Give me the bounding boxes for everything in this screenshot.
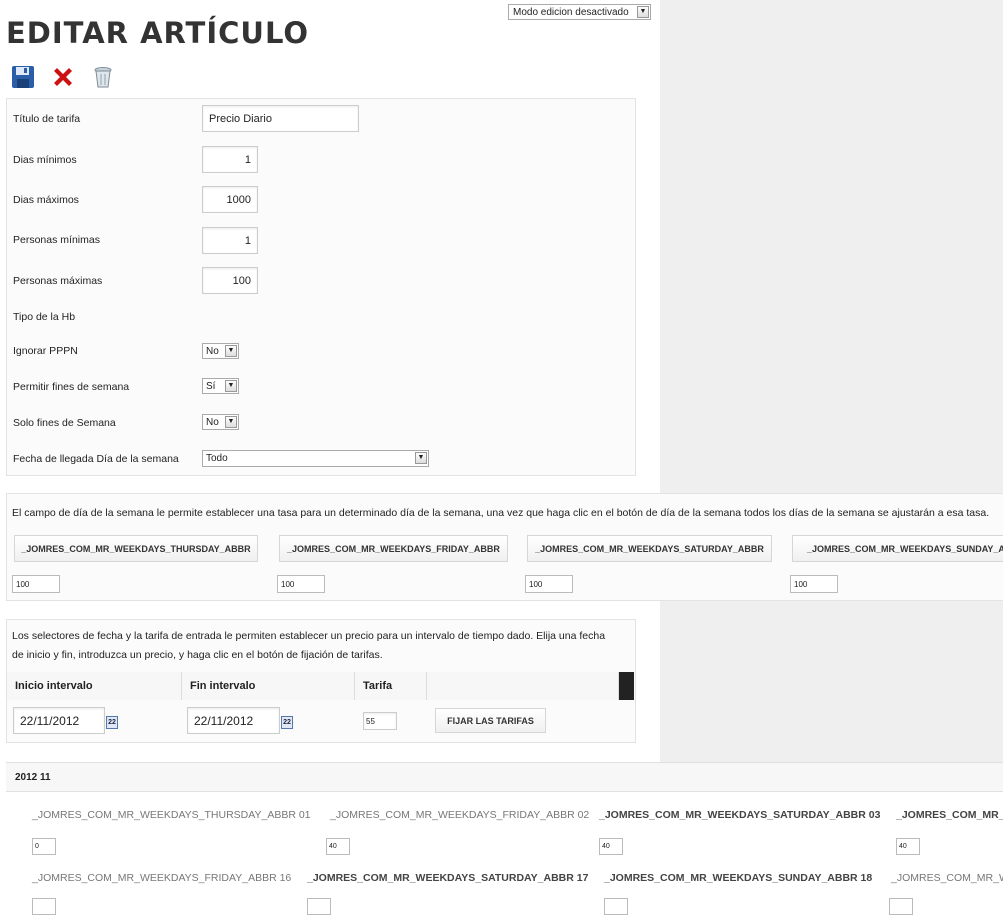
set-rates-button[interactable]: FIJAR LAS TARIFAS [435, 708, 546, 733]
edit-mode-select[interactable]: Modo edicion desactivado ▼ [508, 4, 651, 20]
weekday-button-saturday[interactable]: _JOMRES_COM_MR_WEEKDAYS_SATURDAY_ABBR [527, 535, 772, 562]
ignore-pppn-label: Ignorar PPPN [13, 345, 78, 357]
interval-rate-input[interactable]: 55 [363, 712, 397, 730]
rate-title-label: Título de tarifa [13, 113, 81, 125]
interval-end-input[interactable]: 22/11/2012 [187, 707, 280, 734]
weekends-only-select[interactable]: No ▼ [202, 414, 239, 430]
day-rate-input[interactable]: 40 [326, 838, 350, 855]
save-icon [12, 66, 34, 88]
day-rate-input[interactable] [889, 898, 913, 915]
arrival-weekday-label: Fecha de llegada Día de la semana [13, 453, 179, 465]
header-start: Inicio intervalo [7, 672, 182, 700]
day-label: _JOMRES_COM_MR_WEEKDAYS_SATURDAY_ABBR 03 [599, 809, 881, 821]
weekday-button-thursday[interactable]: _JOMRES_COM_MR_WEEKDAYS_THURSDAY_ABBR [14, 535, 258, 562]
rate-title-input[interactable]: Precio Diario [202, 105, 359, 132]
cancel-button[interactable] [50, 64, 76, 90]
cancel-icon [54, 68, 72, 86]
weekends-only-label: Solo fines de Semana [13, 417, 116, 429]
ignore-pppn-value: No [206, 345, 219, 357]
month-header: 2012 11 [6, 762, 1003, 792]
max-days-input[interactable]: 1000 [202, 186, 258, 213]
min-days-label: Dias mínimos [13, 154, 77, 166]
calendar-icon[interactable]: 22 [281, 716, 293, 729]
arrival-weekday-value: Todo [206, 453, 228, 464]
weekday-rate-input-thursday[interactable]: 100 [12, 575, 60, 593]
header-end: Fin intervalo [182, 672, 355, 700]
chevron-down-icon: ▼ [225, 345, 237, 357]
day-label: _JOMRES_COM_MR_WEEKDAYS_SATURDAY_ABBR 17 [307, 872, 589, 884]
day-label: _JOMRES_COM_MR_WEEKDAYS_THURSDAY_ABBR 01 [32, 809, 311, 821]
edit-mode-select-value: Modo edicion desactivado [513, 6, 629, 18]
weekday-description: El campo de día de la semana le permite … [12, 507, 990, 519]
save-button[interactable] [10, 64, 36, 90]
delete-button[interactable] [90, 64, 116, 90]
header-rate: Tarifa [355, 672, 427, 700]
weekday-button-friday[interactable]: _JOMRES_COM_MR_WEEKDAYS_FRIDAY_ABBR [279, 535, 508, 562]
day-label: _JOMRES_COM_MR_W [891, 872, 1003, 884]
day-rate-input[interactable]: 0 [32, 838, 56, 855]
day-rate-input[interactable] [604, 898, 628, 915]
max-days-label: Dias máximos [13, 194, 79, 206]
rate-form-panel: Título de tarifa Precio Diario Dias míni… [6, 98, 636, 476]
interval-description-line1: Los selectores de fecha y la tarifa de e… [12, 630, 606, 642]
calendar-icon[interactable]: 22 [106, 716, 118, 729]
day-rate-input[interactable]: 40 [896, 838, 920, 855]
day-label: _JOMRES_COM_MR_ [896, 809, 1003, 821]
page-title: EDITAR ARTÍCULO [6, 16, 310, 50]
toolbar [10, 64, 116, 90]
allow-weekends-value: Sí [206, 380, 216, 392]
room-type-label: Tipo de la Hb [13, 311, 76, 323]
chevron-down-icon: ▼ [225, 416, 237, 428]
weekday-rate-input-sunday[interactable]: 100 [790, 575, 838, 593]
allow-weekends-label: Permitir fines de semana [13, 381, 130, 393]
chevron-down-icon: ▼ [225, 380, 237, 392]
arrival-weekday-select[interactable]: Todo ▼ [202, 450, 429, 467]
header-empty [427, 672, 619, 700]
max-people-label: Personas máximas [13, 275, 103, 287]
weekday-rate-input-saturday[interactable]: 100 [525, 575, 573, 593]
weekends-only-value: No [206, 416, 219, 428]
day-rate-input[interactable] [32, 898, 56, 915]
weekday-button-sunday[interactable]: _JOMRES_COM_MR_WEEKDAYS_SUNDAY_ABBR [792, 535, 1003, 562]
day-label: _JOMRES_COM_MR_WEEKDAYS_FRIDAY_ABBR 16 [32, 872, 292, 884]
interval-start-input[interactable]: 22/11/2012 [13, 707, 105, 734]
day-label: _JOMRES_COM_MR_WEEKDAYS_FRIDAY_ABBR 02 [330, 809, 590, 821]
chevron-down-icon: ▼ [637, 6, 649, 18]
ignore-pppn-select[interactable]: No ▼ [202, 343, 239, 359]
allow-weekends-select[interactable]: Sí ▼ [202, 378, 239, 394]
header-dark-cell [619, 672, 634, 700]
interval-description-line2: de inicio y fin, introduzca un precio, y… [12, 649, 383, 661]
delete-icon [94, 67, 112, 88]
day-rate-input[interactable] [307, 898, 331, 915]
chevron-down-icon: ▼ [415, 452, 427, 464]
right-background [660, 0, 1003, 762]
min-days-input[interactable]: 1 [202, 146, 258, 173]
max-people-input[interactable]: 100 [202, 267, 258, 294]
weekday-rate-input-friday[interactable]: 100 [277, 575, 325, 593]
day-rate-input[interactable]: 40 [599, 838, 623, 855]
min-people-label: Personas mínimas [13, 234, 100, 246]
day-label: _JOMRES_COM_MR_WEEKDAYS_SUNDAY_ABBR 18 [604, 872, 873, 884]
min-people-input[interactable]: 1 [202, 227, 258, 254]
